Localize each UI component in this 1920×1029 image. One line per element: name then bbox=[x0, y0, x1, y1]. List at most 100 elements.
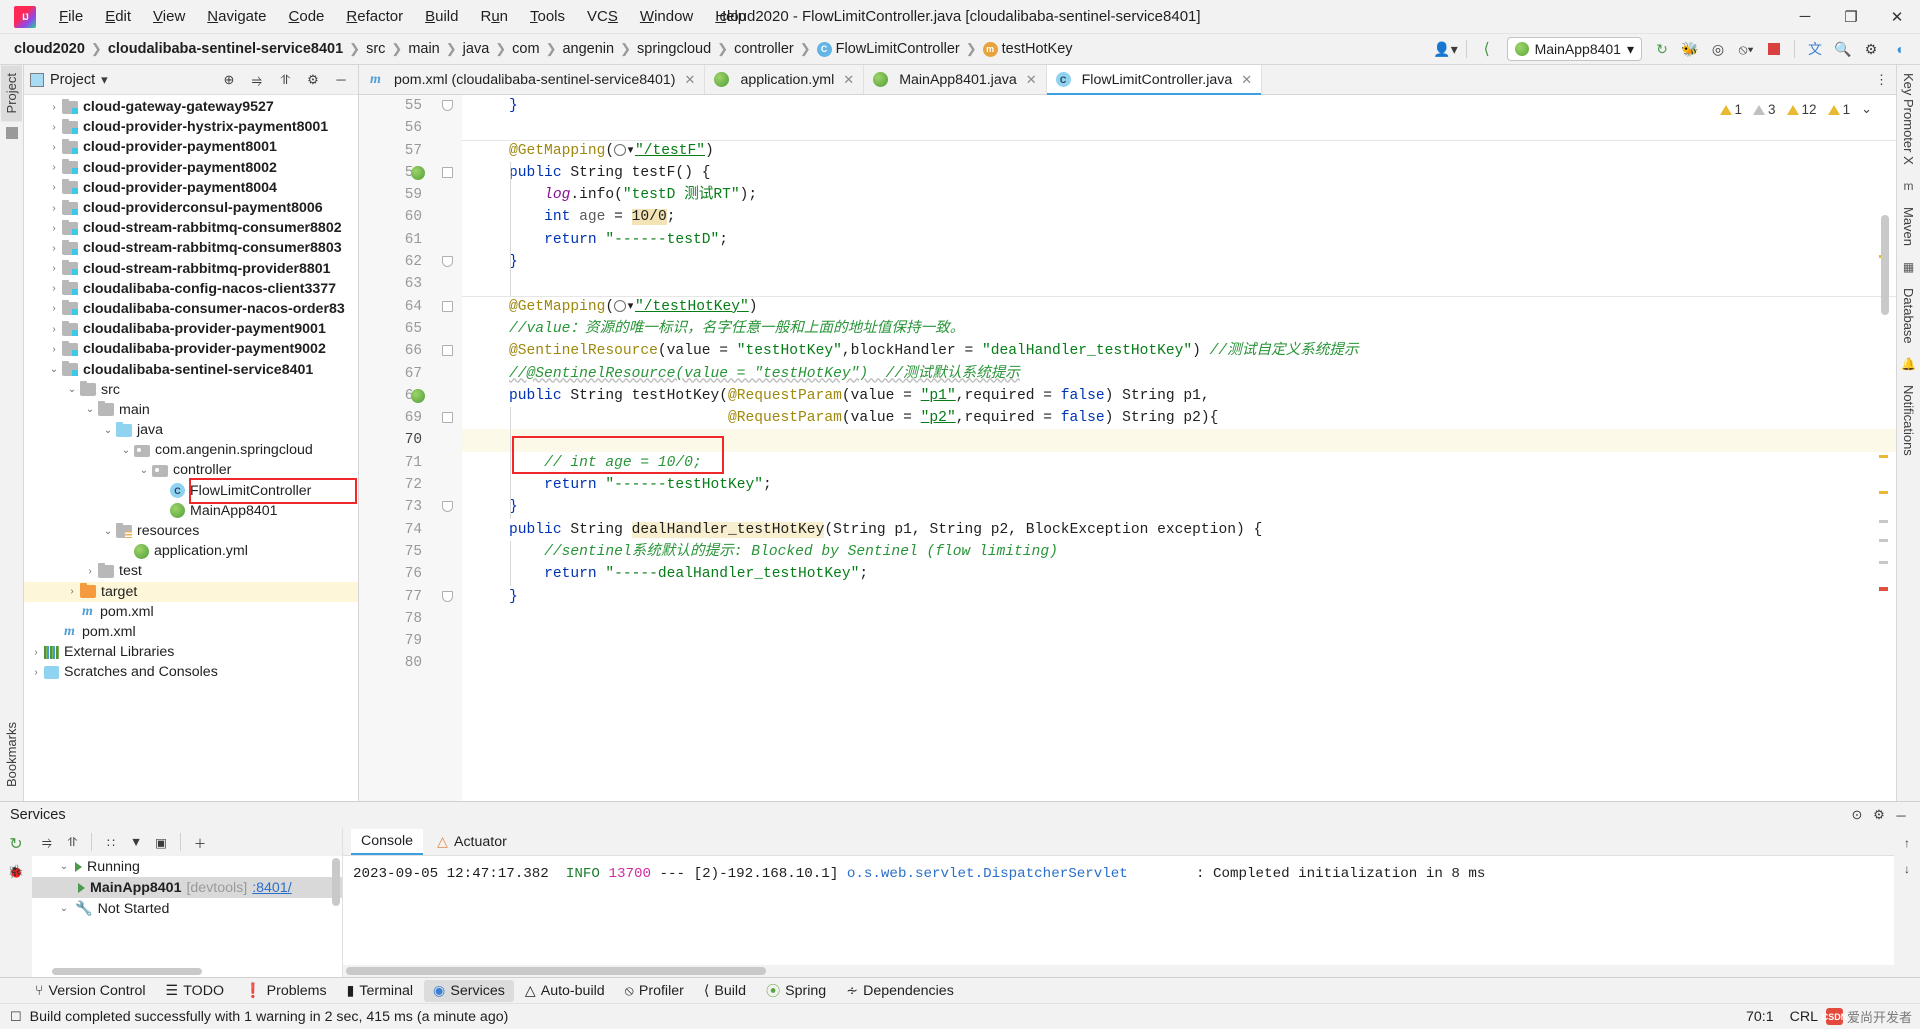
info-marker[interactable] bbox=[1879, 561, 1888, 564]
tree-item[interactable]: › External Libraries bbox=[24, 642, 358, 662]
tab-application-yml[interactable]: application.yml ✕ bbox=[705, 65, 865, 94]
ide-feature-icon[interactable]: ◖ bbox=[1886, 37, 1912, 61]
code-fold-marker[interactable] bbox=[442, 100, 453, 111]
chevron-right-icon[interactable]: › bbox=[82, 566, 98, 577]
caret-position[interactable]: 70:1 bbox=[1738, 1009, 1782, 1025]
chevron-down-icon[interactable]: ⌄ bbox=[1861, 101, 1872, 117]
run-coverage-icon[interactable]: ◎ bbox=[1705, 37, 1731, 61]
chevron-down-icon[interactable]: ⌄ bbox=[100, 526, 116, 537]
maximize-button[interactable]: ❐ bbox=[1828, 0, 1874, 34]
breadcrumb-item-src[interactable]: src bbox=[362, 39, 389, 59]
close-icon[interactable]: ✕ bbox=[1241, 72, 1252, 88]
breadcrumb-item-springcloud[interactable]: springcloud bbox=[633, 39, 715, 59]
chevron-right-icon[interactable]: › bbox=[46, 243, 62, 254]
tool-window-build[interactable]: ⟨ Build bbox=[695, 980, 755, 1002]
code-fold-marker[interactable] bbox=[442, 590, 453, 602]
warning-marker[interactable] bbox=[1879, 455, 1888, 458]
breadcrumb-item-main[interactable]: main bbox=[404, 39, 443, 59]
menu-code[interactable]: Code bbox=[278, 4, 336, 29]
tree-item[interactable]: › cloudalibaba-provider-payment9002 bbox=[24, 339, 358, 359]
tree-item[interactable]: › cloud-provider-hystrix-payment8001 bbox=[24, 117, 358, 137]
console-hscrollbar[interactable] bbox=[343, 965, 1894, 977]
code-fold-marker[interactable] bbox=[442, 300, 453, 312]
code-line[interactable]: public String testF() { bbox=[462, 162, 1896, 184]
chevron-right-icon[interactable]: › bbox=[28, 667, 44, 678]
search-icon[interactable]: 🔍 bbox=[1830, 37, 1856, 61]
tab-pom-xml[interactable]: m pom.xml (cloudalibaba-sentinel-service… bbox=[359, 65, 706, 94]
project-tree[interactable]: › cloud-gateway-gateway9527 › cloud-provide… bbox=[24, 95, 358, 801]
warning-count-12[interactable]: 12 bbox=[1786, 102, 1817, 117]
settings-gear-icon[interactable]: ⚙ bbox=[1868, 804, 1890, 826]
line-number[interactable]: 76 bbox=[359, 563, 434, 585]
code-fold-marker[interactable] bbox=[442, 501, 453, 513]
chevron-down-icon[interactable]: ⌄ bbox=[64, 384, 80, 395]
line-number[interactable]: 80 bbox=[359, 652, 434, 674]
line-number-gutter[interactable]: 5556575859606162636465666768697071727374… bbox=[359, 95, 434, 801]
line-number[interactable]: 73 bbox=[359, 496, 434, 518]
expand-all-icon[interactable]: ⥤ bbox=[246, 69, 268, 91]
tab-actuator[interactable]: △ Actuator bbox=[427, 830, 517, 854]
service-group-not-started[interactable]: ⌄ 🔧 Not Started bbox=[32, 898, 342, 919]
debug-icon[interactable]: 🐝 bbox=[1677, 37, 1703, 61]
chevron-right-icon[interactable]: › bbox=[46, 324, 62, 335]
group-icon[interactable]: ∷ bbox=[100, 831, 122, 853]
tree-item[interactable]: › cloud-gateway-gateway9527 bbox=[24, 97, 358, 117]
menu-tools[interactable]: Tools bbox=[519, 4, 576, 29]
translate-icon[interactable]: 文 bbox=[1802, 37, 1828, 61]
code-fold-marker[interactable] bbox=[442, 166, 453, 178]
collapse-all-icon[interactable]: ⥣ bbox=[274, 69, 296, 91]
tool-window-services[interactable]: ◉ Services bbox=[424, 979, 514, 1002]
chevron-right-icon[interactable]: › bbox=[46, 162, 62, 173]
chevron-right-icon[interactable]: › bbox=[46, 283, 62, 294]
tree-item[interactable]: ›m pom.xml bbox=[24, 602, 358, 622]
spring-bean-gutter-icon[interactable] bbox=[411, 165, 425, 180]
chevron-down-icon[interactable]: ⌄ bbox=[46, 364, 62, 375]
info-marker[interactable] bbox=[1879, 539, 1888, 542]
code-line[interactable]: // int age = 10/0; bbox=[462, 452, 1896, 474]
event-log-icon[interactable]: ☐ bbox=[10, 1009, 30, 1025]
code-line[interactable]: int age = 10/0; bbox=[462, 206, 1896, 228]
menu-refactor[interactable]: Refactor bbox=[335, 4, 414, 29]
run-icon[interactable]: ↻ bbox=[1649, 37, 1675, 61]
chevron-down-icon[interactable]: ⌄ bbox=[100, 425, 116, 436]
code-line[interactable] bbox=[462, 608, 1896, 630]
code-line[interactable]: public String testHotKey(@RequestParam(v… bbox=[462, 385, 1896, 407]
code-line[interactable]: @GetMapping(▾"/testHotKey") bbox=[462, 296, 1896, 318]
menu-file[interactable]: File bbox=[48, 4, 94, 29]
line-number[interactable]: 65 bbox=[359, 318, 434, 340]
code-fold-marker[interactable] bbox=[442, 256, 453, 268]
chevron-right-icon[interactable]: › bbox=[46, 122, 62, 133]
tree-item[interactable]: › target bbox=[24, 581, 358, 602]
line-number[interactable]: 69 bbox=[359, 407, 434, 429]
tree-item[interactable]: › cloud-stream-rabbitmq-consumer8802 bbox=[24, 218, 358, 238]
chevron-right-icon[interactable]: › bbox=[46, 303, 62, 314]
tree-item[interactable]: › cloud-provider-payment8001 bbox=[24, 137, 358, 157]
breadcrumb-item-java[interactable]: java bbox=[459, 39, 494, 59]
close-icon[interactable]: ✕ bbox=[843, 72, 854, 88]
line-number[interactable]: 77 bbox=[359, 586, 434, 608]
tab-overflow-menu[interactable]: ⋮ bbox=[1875, 65, 1896, 94]
chevron-right-icon[interactable]: › bbox=[64, 586, 80, 597]
code-line[interactable]: @RequestParam(value = "p2",required = fa… bbox=[462, 407, 1896, 429]
inspections-widget[interactable]: 1 3 12 1 ⌄ bbox=[1719, 101, 1872, 117]
chevron-right-icon[interactable]: › bbox=[46, 626, 62, 637]
breadcrumb-item-com[interactable]: com bbox=[508, 39, 543, 59]
sidebar-item-notifications[interactable]: Notifications bbox=[1898, 377, 1919, 464]
code-line[interactable]: } bbox=[462, 496, 1896, 518]
filter-icon[interactable]: ▼ bbox=[125, 831, 147, 853]
line-number[interactable]: 56 bbox=[359, 117, 434, 139]
sidebar-item-maven[interactable]: Maven bbox=[1898, 199, 1919, 254]
services-tree-scrollbar[interactable] bbox=[332, 858, 340, 906]
line-number[interactable]: 78 bbox=[359, 608, 434, 630]
console-output[interactable]: 2023-09-05 12:47:17.382 INFO 13700 --- [… bbox=[343, 856, 1894, 965]
line-number[interactable]: 61 bbox=[359, 229, 434, 251]
user-settings-icon[interactable]: 👤▾ bbox=[1433, 37, 1459, 61]
tool-window-profiler[interactable]: ⦸ Profiler bbox=[616, 980, 693, 1002]
sidebar-item-database[interactable]: Database bbox=[1898, 280, 1919, 352]
warning-marker[interactable] bbox=[1879, 491, 1888, 494]
tree-item[interactable]: ›m pom.xml bbox=[24, 622, 358, 642]
collapse-all-icon[interactable]: ⥣ bbox=[61, 831, 83, 853]
tool-window-auto-build[interactable]: △ Auto-build bbox=[516, 980, 614, 1002]
tree-item[interactable]: ⌄ src bbox=[24, 380, 358, 400]
chevron-right-icon[interactable]: › bbox=[118, 546, 134, 557]
